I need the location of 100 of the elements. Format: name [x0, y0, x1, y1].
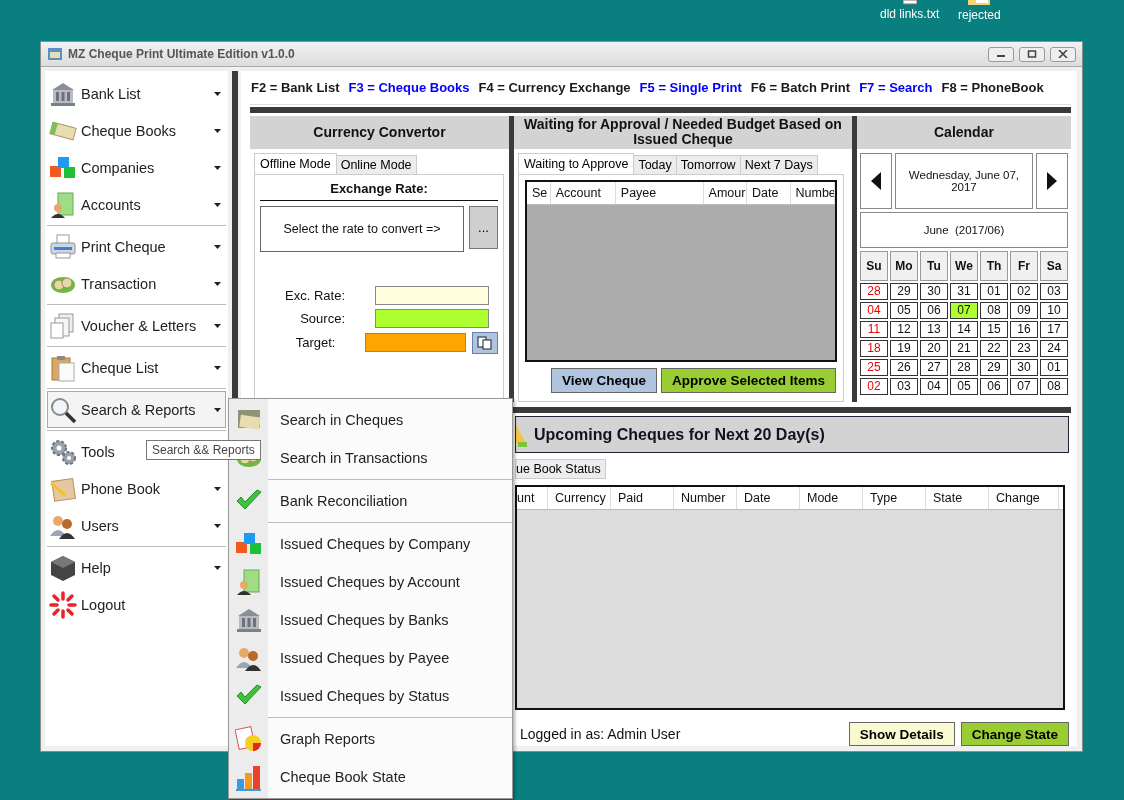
calendar-day[interactable]: 20 [919, 339, 948, 357]
calendar-day[interactable]: 25 [859, 358, 888, 376]
calendar-day[interactable]: 23 [1009, 339, 1038, 357]
menu-item[interactable]: Graph Reports [230, 720, 512, 758]
calendar-day[interactable]: 11 [859, 320, 888, 338]
sidebar-item[interactable]: Bank List [47, 75, 226, 112]
calendar-day[interactable]: 14 [949, 320, 978, 338]
sidebar-item[interactable]: Print Cheque [47, 228, 226, 265]
column-header[interactable]: Se [526, 181, 551, 204]
tab[interactable]: Online Mode [335, 154, 417, 175]
calendar-day[interactable]: 08 [1040, 377, 1068, 395]
action-button[interactable]: Approve Selected Items [660, 368, 836, 394]
calendar-day[interactable]: 27 [919, 358, 948, 376]
calendar-day[interactable]: 07 [1009, 377, 1038, 395]
calendar-day[interactable]: 08 [979, 301, 1008, 319]
sidebar-item[interactable]: Cheque Books [47, 112, 226, 149]
calendar-day[interactable]: 07 [949, 301, 978, 319]
sidebar-item[interactable]: Search & Reports [47, 391, 226, 428]
calendar-day[interactable]: 15 [979, 320, 1008, 338]
previous-month-button[interactable] [859, 152, 892, 209]
column-header[interactable]: Number [674, 487, 737, 509]
close-button[interactable] [1050, 46, 1076, 62]
sidebar-item[interactable]: Accounts [47, 186, 226, 223]
sidebar-item[interactable]: Transaction [47, 265, 226, 302]
calendar-day[interactable]: 26 [889, 358, 918, 376]
tab[interactable]: Waiting to Approve [517, 152, 635, 175]
calendar-day[interactable]: 05 [949, 377, 978, 395]
calendar-day[interactable]: 28 [859, 282, 888, 300]
calendar-day[interactable]: 29 [889, 282, 918, 300]
folder-icon[interactable] [968, 0, 991, 6]
calendar-day[interactable]: 03 [1040, 282, 1068, 300]
rate-selector[interactable]: Select the rate to convert => [260, 205, 464, 252]
calendar-day[interactable]: 05 [889, 301, 918, 319]
sidebar-item[interactable]: Help [47, 549, 226, 586]
calendar-day[interactable]: 18 [859, 339, 888, 357]
action-button[interactable]: Change State [960, 722, 1069, 746]
calendar-day[interactable]: 01 [1040, 358, 1068, 376]
calendar-day[interactable]: 01 [979, 282, 1008, 300]
column-header[interactable]: Payee [615, 181, 704, 204]
sidebar-item[interactable]: Users [47, 507, 226, 544]
sidebar-item[interactable]: Companies [47, 149, 226, 186]
calendar-day[interactable]: 21 [949, 339, 978, 357]
tab[interactable]: Next 7 Days [739, 154, 818, 175]
menu-item[interactable]: Issued Cheques by Banks [230, 601, 512, 639]
calendar-day[interactable]: 31 [949, 282, 978, 300]
tab[interactable]: Today [633, 154, 677, 175]
calendar-day[interactable]: 06 [919, 301, 948, 319]
calendar-day[interactable]: 02 [1009, 282, 1038, 300]
column-header[interactable]: Change [989, 487, 1059, 509]
action-button[interactable]: Show Details [848, 722, 955, 746]
column-header[interactable]: unt [517, 487, 548, 509]
column-header[interactable]: Type [863, 487, 926, 509]
menu-item[interactable]: Issued Cheques by Payee [230, 639, 512, 677]
calendar-day[interactable]: 30 [1009, 358, 1038, 376]
desktop-icon-label[interactable]: rejected [958, 8, 1001, 22]
calendar-day[interactable]: 19 [889, 339, 918, 357]
menu-item[interactable]: Search in Cheques [230, 401, 512, 439]
input-field[interactable] [375, 285, 489, 305]
input-field[interactable] [365, 333, 466, 353]
calendar-day[interactable]: 03 [889, 377, 918, 395]
calendar-day[interactable]: 06 [979, 377, 1008, 395]
column-header[interactable]: Date [737, 487, 800, 509]
sidebar-item[interactable]: Phone Book [47, 470, 226, 507]
calendar-day[interactable]: 17 [1040, 320, 1068, 338]
tab[interactable]: ue Book Status [515, 459, 606, 479]
calendar-day[interactable]: 12 [889, 320, 918, 338]
calendar-day[interactable]: 24 [1040, 339, 1068, 357]
next-month-button[interactable] [1036, 152, 1068, 209]
desktop-icon-label[interactable]: dld links.txt [880, 7, 940, 21]
text-file-icon[interactable] [902, 0, 917, 5]
calendar-day[interactable]: 09 [1009, 301, 1038, 319]
calendar-day[interactable]: 13 [919, 320, 948, 338]
column-header[interactable]: Mode [800, 487, 863, 509]
menu-item[interactable]: Issued Cheques by Account [230, 563, 512, 601]
calendar-day[interactable]: 16 [1009, 320, 1038, 338]
column-header[interactable]: Date [747, 181, 791, 204]
menu-item[interactable]: Issued Cheques by Status [230, 677, 512, 715]
sidebar-item[interactable]: Cheque List [47, 349, 226, 386]
action-button[interactable]: View Cheque [551, 368, 657, 394]
calendar-day[interactable]: 04 [919, 377, 948, 395]
calendar-day[interactable]: 22 [979, 339, 1008, 357]
input-field[interactable] [375, 308, 489, 328]
tab[interactable]: Offline Mode [254, 152, 337, 175]
column-header[interactable]: Account [550, 181, 616, 204]
column-header[interactable]: State [926, 487, 989, 509]
menu-item[interactable]: Cheque Book State [230, 758, 512, 796]
calendar-day[interactable]: 28 [949, 358, 978, 376]
calendar-day[interactable]: 10 [1040, 301, 1068, 319]
column-header[interactable]: Currency [548, 487, 611, 509]
column-header[interactable]: Amour [703, 181, 748, 204]
menu-item[interactable]: Bank Reconciliation [230, 482, 512, 520]
column-header[interactable]: Paid [611, 487, 674, 509]
tab[interactable]: Tomorrow [675, 154, 741, 175]
sidebar-item[interactable]: Logout [47, 586, 226, 623]
minimize-button[interactable] [988, 46, 1014, 62]
calendar-day[interactable]: 29 [979, 358, 1008, 376]
maximize-button[interactable] [1019, 46, 1045, 62]
browse-button[interactable]: ... [469, 205, 498, 249]
copy-button[interactable] [471, 331, 498, 354]
calendar-day[interactable]: 02 [859, 377, 888, 395]
